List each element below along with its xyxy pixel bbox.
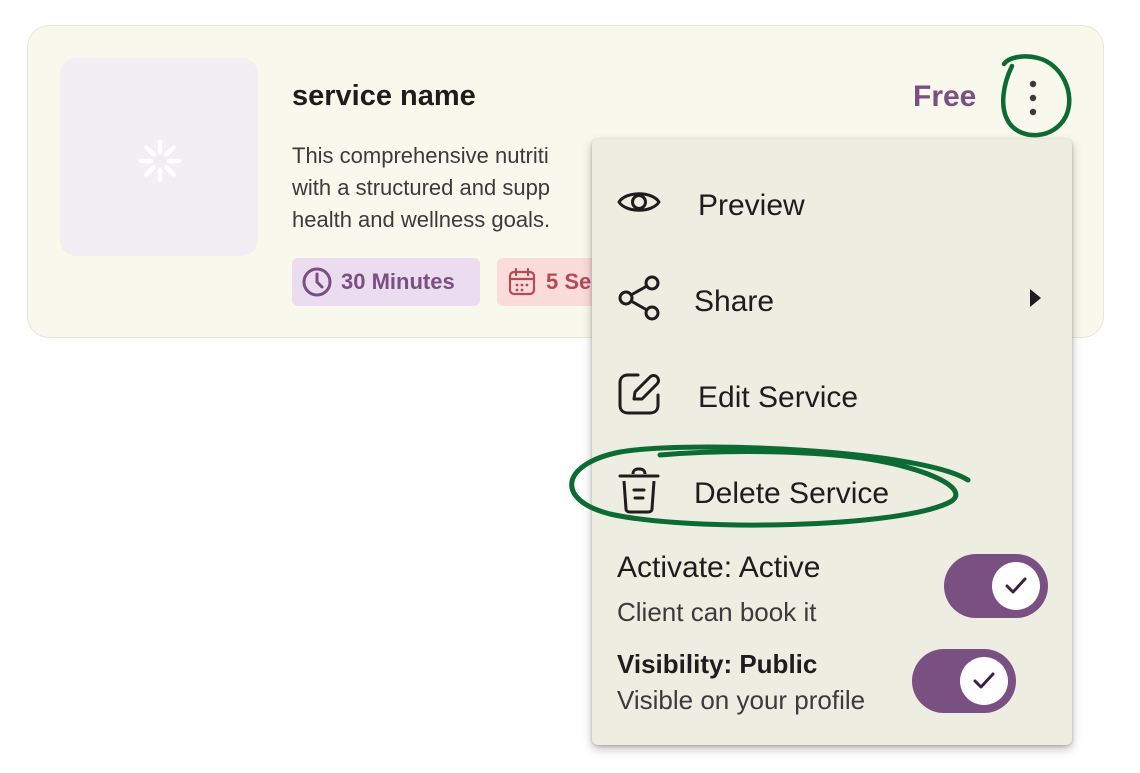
service-options-menu: Preview Share Edit Service Delete Servic… — [592, 139, 1072, 745]
more-options-button[interactable] — [1010, 68, 1056, 132]
sessions-chip: 5 Se — [497, 258, 607, 306]
description-line: health and wellness goals. — [292, 207, 551, 232]
activate-title: Activate: Active — [617, 551, 821, 584]
service-title: service name — [292, 80, 476, 112]
submenu-arrow-icon — [1030, 289, 1041, 307]
menu-item-share[interactable]: Share — [592, 255, 1072, 345]
check-icon — [1005, 577, 1027, 594]
visibility-switch[interactable] — [912, 649, 1016, 713]
menu-item-preview[interactable]: Preview — [592, 159, 1072, 249]
switch-knob — [960, 657, 1008, 705]
more-vertical-icon — [1029, 80, 1037, 116]
visibility-toggle-row: Visibility: Public Visible on your profi… — [592, 639, 1072, 739]
menu-item-label: Edit Service — [698, 381, 859, 414]
menu-item-delete-service[interactable]: Delete Service — [592, 447, 1072, 537]
menu-item-label: Delete Service — [694, 477, 890, 510]
calendar-icon — [508, 267, 536, 296]
activate-subtitle: Client can book it — [617, 597, 817, 627]
share-icon — [618, 275, 660, 321]
visibility-title: Visibility: Public — [617, 649, 818, 679]
eye-icon — [617, 192, 661, 212]
sessions-label: 5 Se — [546, 269, 592, 294]
loader-icon — [138, 139, 182, 183]
menu-item-label: Share — [694, 285, 775, 318]
activate-toggle-row: Activate: Active Client can book it — [592, 543, 1072, 635]
edit-icon — [618, 373, 660, 415]
service-thumbnail — [60, 58, 258, 256]
menu-item-edit-service[interactable]: Edit Service — [592, 351, 1072, 441]
clock-icon — [302, 267, 332, 297]
switch-knob — [992, 562, 1040, 610]
duration-label: 30 Minutes — [341, 269, 455, 294]
menu-item-label: Preview — [698, 189, 805, 222]
description-line: with a structured and supp — [292, 175, 551, 200]
service-description: This comprehensive nutriti with a struct… — [292, 140, 602, 236]
activate-switch[interactable] — [944, 554, 1048, 618]
check-icon — [973, 672, 995, 689]
trash-icon — [618, 467, 660, 514]
duration-chip: 30 Minutes — [292, 258, 480, 306]
visibility-subtitle: Visible on your profile — [617, 685, 866, 715]
service-price: Free — [913, 80, 977, 113]
description-line: This comprehensive nutriti — [292, 143, 549, 168]
